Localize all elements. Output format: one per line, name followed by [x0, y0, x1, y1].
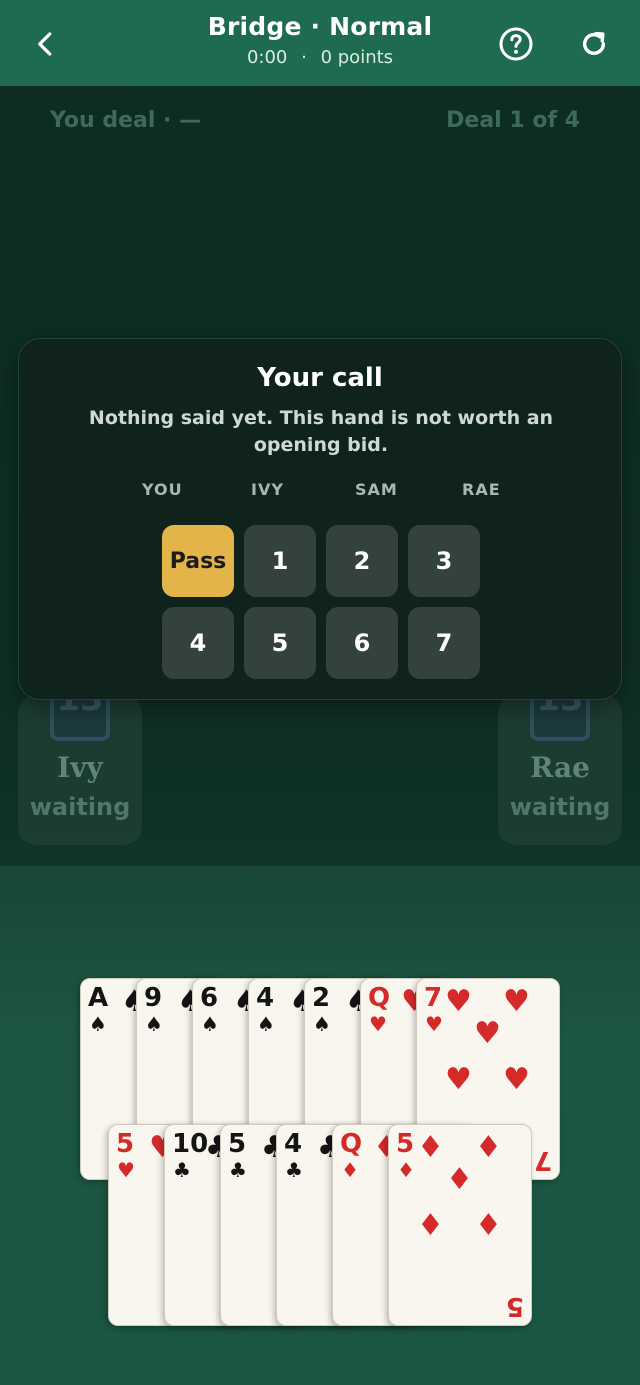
- card-suit-icon: ♥: [117, 1158, 135, 1182]
- bid-6-button[interactable]: 6: [326, 607, 398, 679]
- card-pip-icon: ♥: [445, 984, 472, 1019]
- card-suit-icon: ♦: [341, 1158, 359, 1182]
- back-button[interactable]: [22, 20, 70, 68]
- card-suit-icon: ♠: [313, 1012, 331, 1036]
- player-rae: 13 Rae waiting: [498, 677, 622, 845]
- help-icon: [499, 27, 533, 61]
- card-suit-icon: ♠: [257, 1012, 275, 1036]
- card-suit-icon: ♠: [145, 1012, 163, 1036]
- card-rank: 5: [396, 1129, 415, 1159]
- card-suit-icon: ♣: [285, 1158, 303, 1182]
- card-pip-icon: ♦: [446, 1162, 473, 1197]
- player-name: Rae: [530, 751, 590, 784]
- card-suit-icon: ♥: [369, 1012, 387, 1036]
- card-pip-icon: ♥: [474, 1016, 501, 1051]
- player-status: waiting: [509, 793, 611, 821]
- card-rank: 4: [284, 1129, 303, 1159]
- card-rank: 5: [116, 1129, 135, 1159]
- card-rank: 5: [228, 1129, 247, 1159]
- card-pip-icon: ♦: [475, 1208, 502, 1243]
- card-pip-icon: ♦: [475, 1130, 502, 1165]
- column-header-you: YOU: [142, 480, 183, 499]
- game-title: Bridge · Normal: [207, 12, 433, 41]
- game-subtitle: 0:00 · 0 points: [120, 47, 520, 68]
- card-pip-icon: ♦: [417, 1208, 444, 1243]
- player-ivy: 13 Ivy waiting: [18, 677, 142, 845]
- help-button[interactable]: [492, 20, 540, 68]
- column-header-rae: RAE: [462, 480, 501, 499]
- bid-2-button[interactable]: 2: [326, 525, 398, 597]
- card-pip-icon: ♥: [503, 1062, 530, 1097]
- bid-1-button[interactable]: 1: [244, 525, 316, 597]
- playing-card[interactable]: 5 ♦ ♦ ♦ ♦ ♦ ♦ 5: [388, 1124, 532, 1326]
- card-rank: 10: [172, 1129, 209, 1159]
- dealer-info: You deal · —: [50, 108, 202, 133]
- card-rank: A: [88, 983, 109, 1013]
- dialog-message: Nothing said yet. This hand is not worth…: [88, 407, 554, 456]
- card-suit-icon: ♠: [89, 1012, 107, 1036]
- player-name: Ivy: [57, 751, 103, 784]
- bid-pass-button[interactable]: Pass: [162, 525, 234, 597]
- subtitle-separator: ·: [301, 47, 307, 68]
- card-pip-icon: ♥: [503, 984, 530, 1019]
- card-rank: Q: [340, 1129, 363, 1159]
- card-suit-icon: ♠: [201, 1012, 219, 1036]
- card-rank: 6: [200, 983, 219, 1013]
- bid-3-button[interactable]: 3: [408, 525, 480, 597]
- card-pip-icon: ♥: [445, 1062, 472, 1097]
- bid-4-button[interactable]: 4: [162, 607, 234, 679]
- card-pip-icon: ♦: [417, 1130, 444, 1165]
- timer: 0:00: [246, 47, 288, 68]
- column-header-ivy: IVY: [251, 480, 284, 499]
- chevron-left-icon: [38, 32, 52, 56]
- bid-5-button[interactable]: 5: [244, 607, 316, 679]
- dialog-title: Your call: [257, 363, 383, 393]
- card-suit-icon: ♣: [173, 1158, 191, 1182]
- bid-7-button[interactable]: 7: [408, 607, 480, 679]
- refresh-icon: [582, 31, 606, 55]
- card-rank: 9: [144, 983, 163, 1013]
- card-rank: 2: [312, 983, 331, 1013]
- bidding-dialog: Your call Nothing said yet. This hand is…: [18, 338, 622, 700]
- card-rank-inverted: 5: [505, 1291, 524, 1321]
- top-bar: Bridge · Normal 0:00 · 0 points: [0, 0, 640, 86]
- card-rank: 7: [424, 983, 443, 1013]
- card-rank-inverted: 7: [533, 1145, 552, 1175]
- card-suit-icon: ♣: [229, 1158, 247, 1182]
- column-header-sam: SAM: [355, 480, 398, 499]
- player-status: waiting: [29, 793, 131, 821]
- card-rank: Q: [368, 983, 391, 1013]
- deal-counter: Deal 1 of 4: [446, 108, 580, 133]
- title-block: Bridge · Normal 0:00 · 0 points: [120, 12, 520, 68]
- card-suit-icon: ♦: [397, 1158, 415, 1182]
- card-suit-icon: ♥: [425, 1012, 443, 1036]
- card-rank: 4: [256, 983, 275, 1013]
- restart-button[interactable]: [570, 20, 618, 68]
- points: 0 points: [320, 47, 394, 68]
